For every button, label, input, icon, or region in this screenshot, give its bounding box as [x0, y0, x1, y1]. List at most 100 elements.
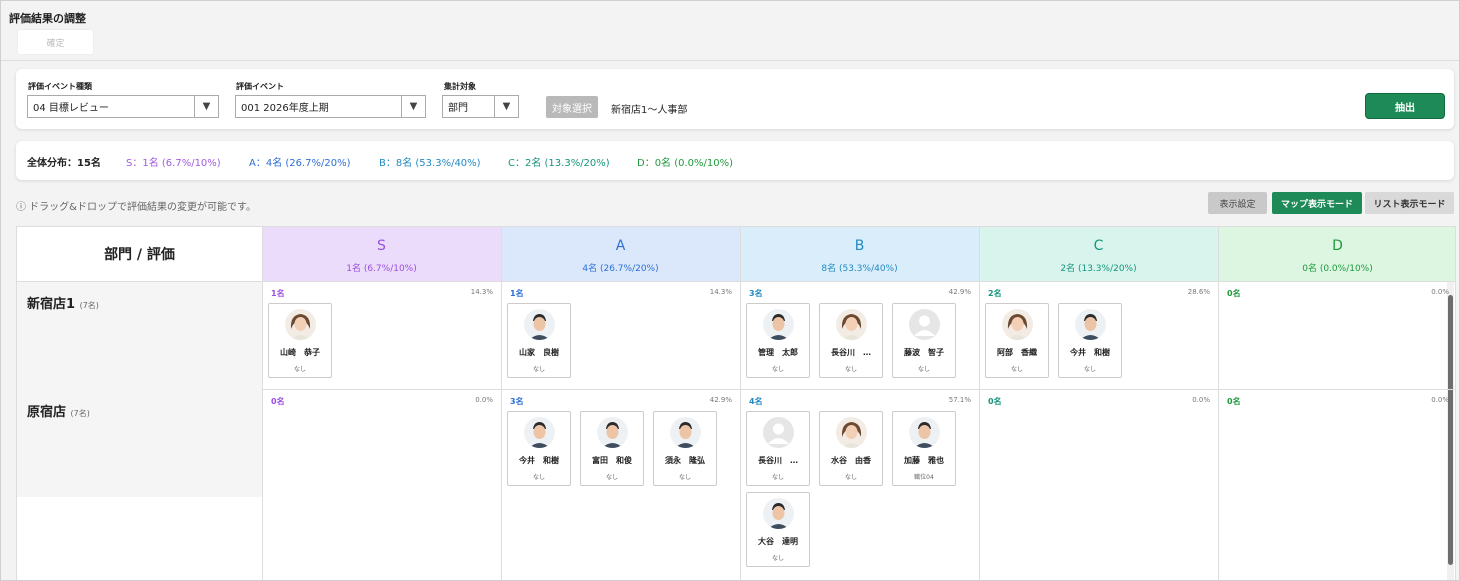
employee-name: 大谷 達明 [758, 537, 798, 546]
event-select[interactable]: 001 2026年度上期 ▼ [235, 95, 426, 118]
column-divider [501, 227, 502, 580]
dept-name-text: 原宿店 [27, 405, 67, 420]
employee-card[interactable]: 阿部 香織 なし [985, 303, 1049, 378]
list-mode-button[interactable]: リスト表示モード [1365, 192, 1454, 214]
avatar [763, 417, 794, 448]
target-select-button[interactable]: 対象選択 [546, 96, 598, 118]
cell-count: 0名 [988, 397, 1002, 406]
confirm-button[interactable]: 確定 [17, 29, 94, 55]
employee-position: なし [1010, 366, 1023, 373]
grade-header-count: 0名 (0.0%/10%) [1302, 264, 1373, 274]
cell-count: 0名 [1227, 289, 1241, 298]
grade-cell-c: 2名 28.6% 阿部 香織 なし 今井 和樹 なし [979, 281, 1218, 389]
dropdown-arrow-icon: ▼ [494, 96, 518, 117]
grade-header-label: S [377, 238, 386, 254]
employee-position: なし [605, 474, 618, 481]
selected-target-text: 新宿店1～人事部 [611, 105, 688, 116]
avatar [524, 309, 555, 340]
employee-position: なし [771, 555, 784, 562]
grade-header-a: A 4名 (26.7%/20%) [501, 227, 740, 281]
target-label: 集計対象 [444, 82, 476, 91]
page-title: 評価結果の調整 [9, 12, 86, 25]
avatar [285, 309, 316, 340]
employee-name: 水谷 由香 [831, 456, 871, 465]
employee-position: なし [917, 366, 930, 373]
cell-percentage: 57.1% [948, 396, 971, 404]
column-divider [979, 227, 980, 580]
grade-header-count: 1名 (6.7%/10%) [346, 264, 417, 274]
column-divider [740, 227, 741, 580]
extract-button[interactable]: 抽出 [1365, 93, 1445, 119]
summary-item-b: B：8名 (53.3%/40%) [379, 158, 481, 169]
distribution-summary: 全体分布：15名 S：1名 (6.7%/10%) A：4名 (26.7%/20%… [16, 141, 1454, 180]
cell-percentage: 42.9% [948, 288, 971, 296]
employee-position: なし [678, 474, 691, 481]
employee-name: 管理 太郎 [758, 348, 798, 357]
employee-card[interactable]: 富田 和俊 なし [580, 411, 644, 486]
grade-cell-s: 0名 0.0% [262, 389, 501, 580]
cell-count: 3名 [749, 289, 763, 298]
grade-cell-d: 0名 0.0% [1218, 281, 1455, 389]
event-type-label: 評価イベント種類 [28, 82, 92, 91]
employee-card[interactable]: 須永 隆弘 なし [653, 411, 717, 486]
employee-card[interactable]: 大谷 達明 なし [746, 492, 810, 567]
grade-header-label: C [1093, 238, 1104, 254]
employee-card[interactable]: 長谷川 … なし [819, 303, 883, 378]
cell-percentage: 14.3% [709, 288, 732, 296]
target-select[interactable]: 部門 ▼ [442, 95, 519, 118]
dropdown-arrow-icon: ▼ [194, 96, 218, 117]
employee-card[interactable]: 今井 和樹 なし [507, 411, 571, 486]
display-settings-button[interactable]: 表示設定 [1208, 192, 1267, 214]
avatar [1002, 309, 1033, 340]
employee-card[interactable]: 今井 和樹 なし [1058, 303, 1122, 378]
dept-cell: 新宿店1 (7名) [17, 281, 262, 389]
employee-card[interactable]: 水谷 由香 なし [819, 411, 883, 486]
employee-name: 阿部 香織 [997, 348, 1037, 357]
dropdown-arrow-icon: ▼ [401, 96, 425, 117]
employee-card[interactable]: 山家 良樹 なし [507, 303, 571, 378]
event-type-select[interactable]: 04 目標レビュー ▼ [27, 95, 219, 118]
grade-cell-d: 0名 0.0% [1218, 389, 1455, 580]
filter-panel: 評価イベント種類 04 目標レビュー ▼ 評価イベント 001 2026年度上期… [16, 69, 1454, 129]
grid-corner-label: 部門 / 評価 [104, 247, 175, 263]
employee-card[interactable]: 管理 太郎 なし [746, 303, 810, 378]
summary-total: 全体分布：15名 [27, 158, 101, 169]
grade-cell-b: 4名 57.1% 長谷川 … なし 水谷 由香 なし 加藤 雅也 職位04 大谷 達明 なし [740, 389, 979, 580]
employee-name: 長谷川 … [758, 456, 798, 465]
dept-name: 新宿店1 (7名) [27, 293, 99, 312]
grade-header-c: C 2名 (13.3%/20%) [979, 227, 1218, 281]
summary-item-a: A：4名 (26.7%/20%) [249, 158, 351, 169]
avatar [670, 417, 701, 448]
grade-header-b: B 8名 (53.3%/40%) [740, 227, 979, 281]
cell-count: 3名 [510, 397, 524, 406]
employee-position: なし [844, 366, 857, 373]
dept-member-count: (7名) [70, 409, 90, 418]
header-divider [1, 60, 1459, 61]
employee-name: 加藤 雅也 [904, 456, 944, 465]
employee-name: 須永 隆弘 [665, 456, 705, 465]
employee-name: 今井 和樹 [1070, 348, 1110, 357]
employee-card[interactable]: 藤波 智子 なし [892, 303, 956, 378]
employee-name: 長谷川 … [831, 348, 871, 357]
grade-header-label: D [1332, 238, 1343, 254]
grade-header-label: B [854, 238, 865, 254]
cell-percentage: 0.0% [1431, 288, 1449, 296]
employee-card[interactable]: 山崎 恭子 なし [268, 303, 332, 378]
avatar [524, 417, 555, 448]
employee-card[interactable]: 長谷川 … なし [746, 411, 810, 486]
cell-percentage: 0.0% [1431, 396, 1449, 404]
grade-header-s: S 1名 (6.7%/10%) [262, 227, 501, 281]
employee-card[interactable]: 加藤 雅也 職位04 [892, 411, 956, 486]
event-value: 001 2026年度上期 [241, 103, 329, 114]
grade-cell-c: 0名 0.0% [979, 389, 1218, 580]
cell-percentage: 0.0% [1192, 396, 1210, 404]
grade-header-count: 2名 (13.3%/20%) [1060, 264, 1137, 274]
dept-name: 原宿店 (7名) [27, 401, 90, 420]
employee-position: なし [771, 474, 784, 481]
cell-count: 2名 [988, 289, 1002, 298]
avatar [597, 417, 628, 448]
avatar [836, 309, 867, 340]
grade-header-count: 8名 (53.3%/40%) [821, 264, 898, 274]
map-mode-button[interactable]: マップ表示モード [1272, 192, 1362, 214]
summary-item-s: S：1名 (6.7%/10%) [126, 158, 221, 169]
